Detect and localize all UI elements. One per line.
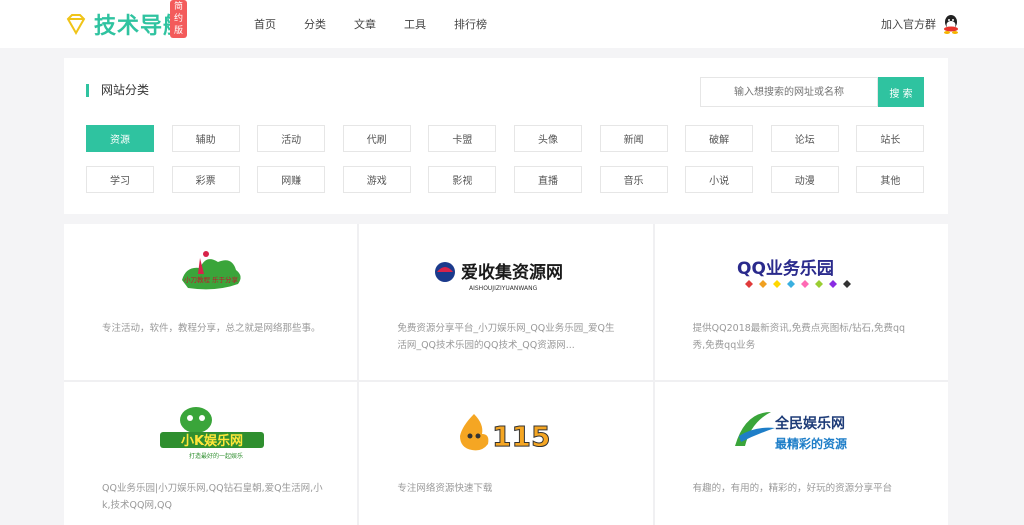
xiaok-logo-icon: 小K娱乐网 打造最好的一起娱乐 — [159, 407, 264, 460]
join-label: 加入官方群 — [881, 18, 936, 31]
logo-badge: 简约版 — [170, 0, 188, 38]
tag-crack[interactable]: 破解 — [685, 125, 754, 152]
site-card[interactable]: QQ业务乐园 提供QQ2018最新资讯,免费点亮图标/钻石,免费qq秀,免费qq… — [654, 224, 948, 380]
tag-forum[interactable]: 论坛 — [770, 125, 839, 152]
qq-yewu-logo-text: QQ业务乐园 — [737, 258, 834, 279]
category-tags: 资源 辅助 活动 代刷 卡盟 头像 新闻 破解 论坛 站长 学习 彩票 网赚 游… — [86, 125, 926, 193]
nav-ranking[interactable]: 排行榜 — [454, 16, 487, 32]
site-cards-grid: 小刀教程 乐于分享 专注活动，软件，教程分享，总之就是网络那些事。 爱收集资源网… — [64, 224, 948, 525]
aishouji-logo-sub: AISHOUJIZIYUANWANG — [469, 285, 538, 292]
site-description: 专注活动，软件，教程分享，总之就是网络那些事。 — [102, 323, 321, 334]
main-nav: 首页 分类 文章 工具 排行榜 — [254, 0, 515, 48]
site-logo[interactable]: 技术导航 简约版 — [64, 0, 188, 40]
tag-anime[interactable]: 动漫 — [770, 166, 839, 193]
xiaok-logo-text: 小K娱乐网 — [181, 433, 243, 449]
tag-news[interactable]: 新闻 — [599, 125, 668, 152]
tag-earn[interactable]: 网赚 — [257, 166, 326, 193]
site-description: 专注网络资源快速下载 — [397, 483, 493, 494]
site-card[interactable]: 115 专注网络资源快速下载 — [359, 382, 653, 525]
tag-webmaster[interactable]: 站长 — [856, 125, 925, 152]
115-logo-icon: 115 — [459, 414, 551, 454]
tag-resources[interactable]: 资源 — [86, 125, 154, 152]
site-logo-image: 小K娱乐网 打造最好的一起娱乐 — [64, 404, 357, 460]
qq-yewu-logo-icon: QQ业务乐园 — [737, 258, 852, 288]
nav-category[interactable]: 分类 — [304, 16, 326, 32]
diamond-icon — [66, 14, 86, 36]
site-card[interactable]: 小刀教程 乐于分享 专注活动，软件，教程分享，总之就是网络那些事。 — [64, 224, 358, 380]
nav-home[interactable]: 首页 — [254, 16, 276, 32]
quanmin-logo-text: 全民娱乐网 — [774, 415, 845, 432]
site-card[interactable]: 小K娱乐网 打造最好的一起娱乐 QQ业务乐园|小刀娱乐网,QQ钻石皇朝,爱Q生活… — [64, 382, 358, 525]
site-logo-image: 全民娱乐网 最精彩的资源 — [655, 404, 948, 460]
site-description: 提供QQ2018最新资讯,免费点亮图标/钻石,免费qq秀,免费qq业务 — [692, 323, 906, 351]
xiaodao-logo-text: 小刀教程 乐于分享 — [184, 275, 239, 284]
115-logo-text: 115 — [492, 420, 550, 453]
top-header: 技术导航 简约版 首页 分类 文章 工具 排行榜 加入官方群 — [0, 0, 1024, 48]
join-group-link[interactable]: 加入官方群 — [881, 0, 960, 48]
tag-music[interactable]: 音乐 — [599, 166, 668, 193]
aishouji-logo-icon: 爱收集资源网 AISHOUJIZIYUANWANG — [434, 262, 563, 292]
site-logo-image: 115 — [359, 404, 652, 460]
nav-tools[interactable]: 工具 — [404, 16, 426, 32]
site-description: QQ业务乐园|小刀娱乐网,QQ钻石皇朝,爱Q生活网,小k,技术QQ网,QQ — [102, 483, 323, 511]
tag-avatar[interactable]: 头像 — [513, 125, 582, 152]
quanmin-logo-icon: 全民娱乐网 最精彩的资源 — [735, 412, 847, 451]
site-card[interactable]: 全民娱乐网 最精彩的资源 有趣的，有用的，精彩的，好玩的资源分享平台 — [654, 382, 948, 525]
tag-games[interactable]: 游戏 — [342, 166, 411, 193]
xiaodao-logo-icon: 小刀教程 乐于分享 — [181, 251, 241, 290]
quanmin-logo-sub: 最精彩的资源 — [775, 436, 847, 451]
search-input[interactable] — [700, 77, 878, 107]
tag-other[interactable]: 其他 — [856, 166, 925, 193]
xiaok-logo-sub: 打造最好的一起娱乐 — [189, 452, 243, 460]
site-logo-image: 小刀教程 乐于分享 — [64, 246, 357, 302]
tag-live[interactable]: 直播 — [513, 166, 582, 193]
nav-articles[interactable]: 文章 — [354, 16, 376, 32]
category-panel: 网站分类 搜 索 资源 辅助 活动 代刷 卡盟 头像 新闻 破解 论坛 站长 学… — [64, 58, 948, 214]
site-card[interactable]: 爱收集资源网 AISHOUJIZIYUANWANG 免费资源分享平台_小刀娱乐网… — [359, 224, 653, 380]
site-logo-image: QQ业务乐园 — [655, 246, 948, 302]
search-button[interactable]: 搜 索 — [878, 77, 924, 107]
site-description: 免费资源分享平台_小刀娱乐网_QQ业务乐园_爱Q生活网_QQ技术乐园的QQ技术_… — [397, 323, 615, 351]
tag-lottery[interactable]: 彩票 — [171, 166, 240, 193]
aishouji-logo-text: 爱收集资源网 — [461, 262, 563, 283]
tag-boost[interactable]: 代刷 — [342, 125, 411, 152]
site-description: 有趣的，有用的，精彩的，好玩的资源分享平台 — [692, 483, 893, 494]
tag-movies[interactable]: 影视 — [428, 166, 497, 193]
qq-icon — [944, 15, 958, 34]
tag-assist[interactable]: 辅助 — [171, 125, 240, 152]
site-logo-image: 爱收集资源网 AISHOUJIZIYUANWANG — [359, 246, 652, 302]
tag-learning[interactable]: 学习 — [86, 166, 154, 193]
tag-card-league[interactable]: 卡盟 — [428, 125, 497, 152]
tag-events[interactable]: 活动 — [257, 125, 326, 152]
tag-novels[interactable]: 小说 — [685, 166, 754, 193]
panel-title: 网站分类 — [86, 84, 149, 97]
